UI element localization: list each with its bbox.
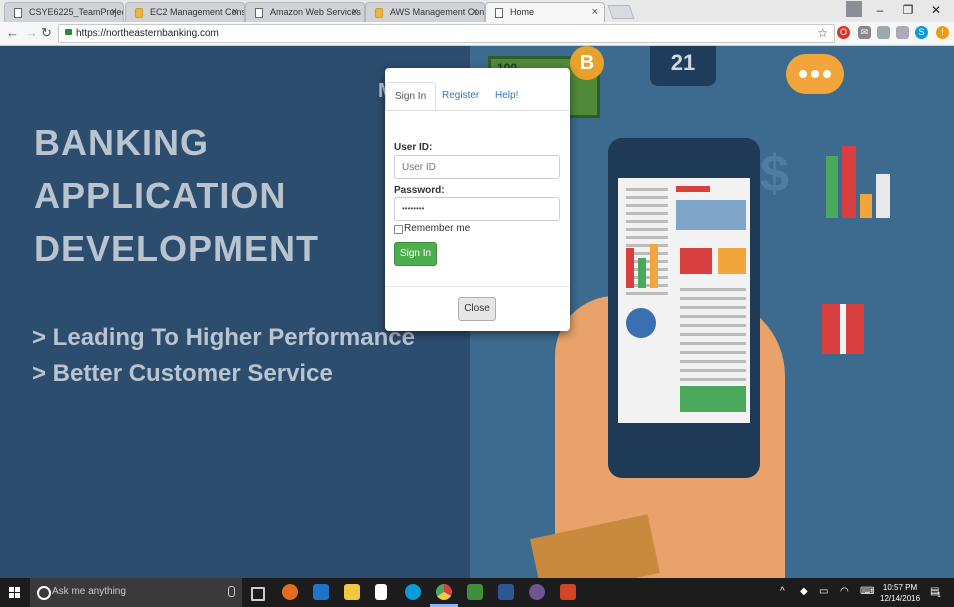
hero-title-line: BANKING bbox=[34, 122, 209, 163]
word-icon[interactable] bbox=[498, 584, 514, 600]
password-input[interactable]: •••••••• bbox=[394, 197, 560, 221]
close-tab-icon[interactable]: × bbox=[352, 6, 358, 18]
hero-tagline: > Leading To Higher Performance bbox=[32, 324, 415, 351]
file-explorer-icon[interactable] bbox=[344, 584, 360, 600]
gift-box-illustration bbox=[822, 304, 864, 354]
user-id-input[interactable] bbox=[394, 155, 560, 179]
dropbox-icon[interactable]: ◆ bbox=[800, 586, 808, 597]
close-tab-icon[interactable]: × bbox=[592, 6, 598, 18]
chrome-icon[interactable] bbox=[436, 584, 452, 600]
user-id-label: User ID: bbox=[394, 142, 433, 153]
url-text: https://northeasternbanking.com bbox=[76, 28, 219, 39]
task-view-icon[interactable] bbox=[251, 587, 265, 601]
hero-title-line: DEVELOPMENT bbox=[34, 228, 320, 269]
skype-icon[interactable] bbox=[405, 584, 421, 600]
browser-tab[interactable]: Amazon Web Services S × bbox=[245, 2, 365, 22]
search-placeholder: Ask me anything bbox=[52, 586, 126, 597]
browser-tab-active[interactable]: Home × bbox=[485, 2, 605, 22]
forward-icon[interactable]: → bbox=[25, 25, 38, 40]
url-input[interactable]: https://northeasternbanking.com ☆ bbox=[58, 24, 835, 43]
alert-extension-icon[interactable]: ! bbox=[936, 26, 949, 39]
hero-title: BANKING APPLICATION DEVELOPMENT bbox=[34, 116, 319, 275]
keyboard-icon[interactable]: ⌨ bbox=[860, 586, 874, 597]
store-icon[interactable] bbox=[375, 584, 387, 600]
windows-taskbar: Ask me anything ^ ◆ ▭ ◠ ⌨ 10:57 PM 12/14… bbox=[0, 578, 954, 607]
password-label: Password: bbox=[394, 185, 445, 196]
notification-count: 1 bbox=[937, 592, 941, 599]
wifi-icon[interactable]: ◠ bbox=[840, 586, 849, 597]
clock-time: 10:57 PM bbox=[882, 583, 918, 592]
taskbar-clock[interactable]: 10:57 PM 12/14/2016 bbox=[880, 582, 920, 604]
close-tab-icon[interactable]: × bbox=[472, 6, 478, 18]
show-hidden-icons-icon[interactable]: ^ bbox=[780, 586, 785, 597]
chart-bar-illustration bbox=[842, 146, 856, 218]
firefox-icon[interactable] bbox=[282, 584, 298, 600]
tab-help[interactable]: Help! bbox=[486, 82, 527, 110]
close-tab-icon[interactable]: × bbox=[111, 6, 117, 18]
shield-extension-icon[interactable] bbox=[877, 26, 890, 39]
bitcoin-coin-illustration: B bbox=[570, 46, 604, 80]
battery-icon[interactable]: ▭ bbox=[819, 586, 828, 597]
chat-bubble-illustration bbox=[786, 54, 844, 94]
clock-date: 12/14/2016 bbox=[880, 594, 921, 603]
reload-icon[interactable]: ↻ bbox=[41, 25, 52, 41]
github-icon[interactable] bbox=[529, 584, 545, 600]
address-bar-row: ← → ↻ https://northeasternbanking.com ☆ bbox=[0, 22, 954, 46]
tab-register[interactable]: Register bbox=[433, 82, 488, 110]
edge-icon[interactable] bbox=[313, 584, 329, 600]
lock-icon bbox=[65, 29, 72, 35]
skype-extension-icon[interactable]: S bbox=[915, 26, 928, 39]
windows-start-icon[interactable] bbox=[9, 587, 21, 599]
sign-in-button[interactable]: Sign In bbox=[394, 242, 437, 266]
modal-tabs: Sign In Register Help! bbox=[385, 82, 570, 111]
bookmark-star-icon[interactable]: ☆ bbox=[817, 25, 828, 42]
aws-icon bbox=[135, 8, 143, 18]
document-icon bbox=[255, 8, 263, 18]
document-icon bbox=[14, 8, 22, 18]
phone-screen-illustration bbox=[618, 178, 750, 423]
browser-tab[interactable]: CSYE6225_TeamProject_ × bbox=[4, 2, 124, 22]
counter-illustration: 21 bbox=[650, 46, 716, 86]
restore-button[interactable]: ❐ bbox=[894, 0, 922, 22]
remember-me-label: Remember me bbox=[404, 223, 471, 234]
tab-title: Home bbox=[510, 7, 535, 17]
browser-tab[interactable]: AWS Management Cons × bbox=[365, 2, 485, 22]
chart-bar-illustration bbox=[860, 194, 872, 218]
modal-divider bbox=[385, 286, 570, 287]
chart-bar-illustration bbox=[876, 174, 890, 218]
profile-icon[interactable] bbox=[846, 1, 862, 17]
hero-title-line: APPLICATION bbox=[34, 175, 287, 216]
close-window-button[interactable]: ✕ bbox=[922, 0, 950, 22]
extension-icon[interactable] bbox=[896, 26, 909, 39]
close-tab-icon[interactable]: × bbox=[232, 6, 238, 18]
powerpoint-icon[interactable] bbox=[560, 584, 576, 600]
document-icon bbox=[495, 8, 503, 18]
opera-extension-icon[interactable]: O bbox=[837, 26, 850, 39]
back-icon[interactable]: ← bbox=[6, 25, 19, 40]
login-modal: Sign In Register Help! User ID: Password… bbox=[385, 68, 570, 331]
close-button[interactable]: Close bbox=[458, 297, 496, 321]
hero-tagline: > Better Customer Service bbox=[32, 360, 333, 387]
dollar-sign-illustration: $ bbox=[760, 145, 789, 203]
cortana-search-box[interactable]: Ask me anything bbox=[30, 578, 242, 607]
chart-bar-illustration bbox=[826, 156, 838, 218]
new-tab-button[interactable] bbox=[607, 5, 635, 19]
aws-icon bbox=[375, 8, 383, 18]
spreadsheet-app-icon[interactable] bbox=[467, 584, 483, 600]
remember-me-checkbox[interactable] bbox=[394, 225, 403, 234]
minimize-button[interactable]: – bbox=[866, 0, 894, 22]
cortana-icon bbox=[37, 586, 51, 600]
tab-sign-in[interactable]: Sign In bbox=[385, 82, 437, 110]
mail-extension-icon[interactable]: ✉ bbox=[858, 26, 871, 39]
microphone-icon[interactable] bbox=[228, 586, 235, 597]
browser-tab-strip: CSYE6225_TeamProject_ × EC2 Management C… bbox=[0, 0, 954, 22]
browser-tab[interactable]: EC2 Management Conso × bbox=[125, 2, 245, 22]
